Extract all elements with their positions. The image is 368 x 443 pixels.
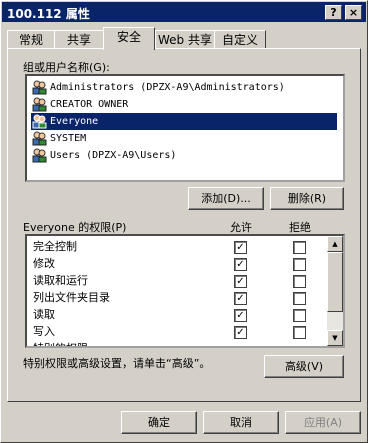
help-button[interactable]: ? bbox=[325, 5, 342, 20]
allow-checkbox[interactable]: ✓ bbox=[234, 326, 247, 339]
list-item[interactable]: Administrators (DPZX-A9\Administrators) bbox=[31, 79, 337, 96]
user-name: Administrators (DPZX-A9\Administrators) bbox=[50, 82, 285, 93]
permissions-list[interactable]: 完全控制 ✓ 修改 ✓ 读取和运行 ✓ 列出文件夹目录 ✓ 读取 ✓ 写入 ✓ … bbox=[25, 234, 345, 348]
permission-name: 读取 bbox=[33, 308, 55, 321]
user-group-icon bbox=[32, 114, 47, 129]
user-name: Users (DPZX-A9\Users) bbox=[50, 150, 177, 161]
user-name: Everyone bbox=[50, 116, 99, 127]
add-button[interactable]: 添加(D)... bbox=[188, 187, 264, 210]
advanced-hint: 特别权限或高级设置，请单击“高级”。 bbox=[23, 357, 211, 370]
deny-checkbox[interactable] bbox=[293, 309, 306, 322]
deny-checkbox[interactable] bbox=[293, 275, 306, 288]
permission-name: 完全控制 bbox=[33, 240, 77, 253]
vertical-scrollbar[interactable]: ▲ ▼ bbox=[327, 236, 343, 346]
deny-checkbox[interactable] bbox=[293, 241, 306, 254]
window-title: 100.112 属性 bbox=[7, 7, 90, 21]
tab-security[interactable]: 安全 bbox=[103, 27, 155, 50]
allow-header: 允许 bbox=[230, 221, 252, 234]
list-item[interactable]: Users (DPZX-A9\Users) bbox=[31, 147, 337, 164]
tab-web-sharing[interactable]: Web 共享 bbox=[155, 30, 215, 49]
tab-strip: 常规 共享 安全 Web 共享 自定义 bbox=[7, 27, 363, 50]
close-button[interactable]: × bbox=[345, 5, 362, 20]
advanced-button[interactable]: 高级(V) bbox=[264, 355, 344, 378]
deny-header: 拒绝 bbox=[289, 221, 311, 234]
allow-checkbox[interactable]: ✓ bbox=[234, 241, 247, 254]
permission-name: 特别的权限 bbox=[33, 340, 88, 346]
scroll-up-icon[interactable]: ▲ bbox=[327, 236, 343, 252]
tab-customize[interactable]: 自定义 bbox=[214, 30, 266, 49]
user-group-icon bbox=[32, 148, 47, 163]
user-list[interactable]: Administrators (DPZX-A9\Administrators) … bbox=[25, 74, 345, 182]
tab-sharing[interactable]: 共享 bbox=[54, 30, 104, 49]
allow-checkbox[interactable]: ✓ bbox=[234, 292, 247, 305]
permission-name: 列出文件夹目录 bbox=[33, 291, 110, 304]
permission-name: 读取和运行 bbox=[33, 274, 88, 287]
deny-checkbox[interactable] bbox=[293, 292, 306, 305]
list-item[interactable]: CREATOR OWNER bbox=[31, 96, 337, 113]
list-item[interactable]: SYSTEM bbox=[31, 130, 337, 147]
deny-checkbox[interactable] bbox=[293, 326, 306, 339]
group-label: 组或用户名称(G): bbox=[23, 61, 110, 74]
permission-name: 修改 bbox=[33, 257, 55, 270]
security-panel: 组或用户名称(G): Administrators (DPZX-A9\Admin… bbox=[7, 48, 361, 402]
remove-button[interactable]: 删除(R) bbox=[270, 187, 344, 210]
tab-general[interactable]: 常规 bbox=[7, 30, 55, 49]
user-group-icon bbox=[32, 131, 47, 146]
apply-button[interactable]: 应用(A) bbox=[285, 411, 361, 434]
title-bar[interactable]: 100.112 属性 ? × bbox=[2, 2, 366, 22]
user-group-icon bbox=[32, 80, 47, 95]
user-name: CREATOR OWNER bbox=[50, 99, 129, 110]
properties-dialog: 100.112 属性 ? × 常规 共享 安全 Web 共享 自定义 组或用户名… bbox=[0, 0, 368, 443]
cancel-button[interactable]: 取消 bbox=[203, 411, 279, 434]
scroll-thumb[interactable] bbox=[327, 252, 343, 312]
allow-checkbox[interactable]: ✓ bbox=[234, 275, 247, 288]
scroll-down-icon[interactable]: ▼ bbox=[327, 330, 343, 346]
permission-name: 写入 bbox=[33, 325, 55, 338]
allow-checkbox[interactable]: ✓ bbox=[234, 309, 247, 322]
ok-button[interactable]: 确定 bbox=[121, 411, 197, 434]
user-group-icon bbox=[32, 97, 47, 112]
deny-checkbox[interactable] bbox=[293, 258, 306, 271]
permissions-label: Everyone 的权限(P) bbox=[23, 221, 127, 234]
list-item-selected[interactable]: Everyone bbox=[31, 113, 337, 130]
allow-checkbox[interactable]: ✓ bbox=[234, 258, 247, 271]
user-name: SYSTEM bbox=[50, 133, 87, 144]
